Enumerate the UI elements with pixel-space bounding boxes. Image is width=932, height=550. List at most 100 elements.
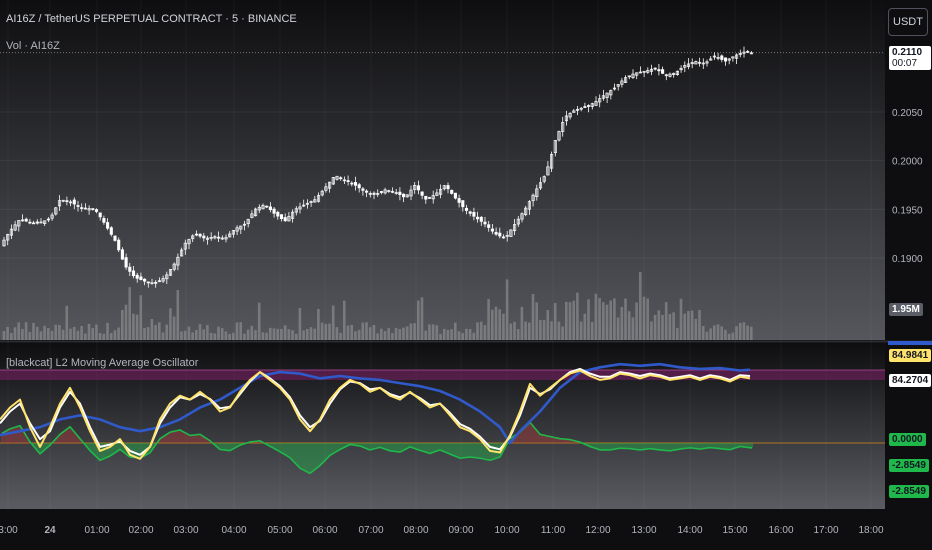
volume-bar [502,313,505,340]
volume-bar [317,308,320,340]
volume-bar [350,324,353,340]
volume-bar [169,308,172,340]
volume-bar [424,330,427,340]
time-tick-label: 18:00 [858,525,883,536]
volume-bar [435,325,439,340]
volume-bar [613,298,616,340]
volume-bar [35,326,39,340]
volume-bar [228,333,231,340]
volume-bar [509,323,513,340]
volume-bar [28,332,32,340]
price-tick-label: 0.2050 [892,108,923,119]
volume-bar [487,298,490,340]
candle-body [468,211,472,214]
candle-body [453,192,457,199]
candle-body [46,218,50,221]
candle-body [472,212,476,217]
volume-bar [65,305,69,340]
volume-bar [394,327,398,340]
volume-bar [576,292,579,340]
price-tick-label: 0.1900 [892,254,923,265]
volume-bar [664,302,668,340]
volume-bar [261,332,265,340]
volume-bar [102,333,106,340]
volume-bar [213,333,217,340]
volume-bar [54,324,57,340]
candle-body [65,200,69,202]
candle-body [350,182,354,185]
volume-bar [746,325,749,340]
volume-bar [553,303,557,340]
candle-body [120,249,124,260]
indicator-legend[interactable]: [blackcat] L2 Moving Average Oscillator [6,357,198,369]
volume-bar [239,322,242,340]
volume-bar [642,296,646,340]
volume-bar [298,307,302,340]
volume-bar [224,331,228,340]
volume-legend[interactable]: Vol · AI16Z [6,40,60,52]
volume-bar [117,327,120,340]
volume-bar [491,309,494,340]
time-tick-label: 02:00 [128,525,153,536]
volume-bar [269,327,272,340]
time-tick-label: 13:00 [631,525,656,536]
candle-body [139,276,143,281]
volume-bar [476,322,479,340]
volume-bar [524,321,527,340]
volume-bar [309,327,313,340]
volume-bar [135,314,139,340]
volume-bar [713,325,716,340]
volume-bar [468,329,472,340]
volume-bar [187,326,191,340]
volume-bar [561,326,564,340]
candle-body [398,191,402,196]
time-tick-label: 03:00 [173,525,198,536]
volume-bar [383,331,387,340]
volume-bar [568,302,572,340]
symbol-title[interactable]: AI16Z / TetherUS PERPETUAL CONTRACT · 5 … [6,13,297,25]
volume-bar [50,330,54,340]
price-tick-label: 0.2000 [892,157,923,168]
volume-bar [605,304,609,340]
candle-body [91,208,95,210]
candle-body [283,217,287,222]
volume-bar [139,295,143,340]
volume-bar [220,328,224,340]
candle-body [106,222,110,229]
volume-bar [483,325,487,340]
volume-bar [657,310,661,340]
volume-bar [402,327,405,340]
volume-bar [24,322,28,340]
volume-bar [616,317,620,340]
volume-bar [232,332,235,340]
volume-bar [587,299,590,340]
time-tick-label: 14:00 [677,525,702,536]
overbought-band [0,370,885,380]
volume-bar [602,302,605,340]
volume-bar [672,312,675,340]
candle-body [746,51,750,53]
volume-bar [513,321,516,340]
time-tick-label: 3:00 [0,525,18,536]
volume-bar [731,332,735,340]
volume-bar [709,328,712,340]
candle-body [198,233,202,237]
volume-bar [598,298,601,340]
volume-bar [339,332,342,340]
volume-bar [420,297,424,340]
candle-body [365,190,369,193]
candle-body [494,232,498,235]
volume-bar [328,323,331,340]
time-tick-label: 11:00 [541,525,566,536]
candle-body [653,67,657,70]
volume-bar [498,309,501,340]
volume-bar [132,313,135,340]
candle-body [476,216,480,220]
currency-button[interactable]: USDT [888,8,928,36]
volume-bar [354,331,357,340]
volume-bar [10,333,13,340]
time-tick-label: 07:00 [358,525,383,536]
volume-bar [343,300,346,340]
volume-bar [624,298,627,340]
candle-body [194,233,198,236]
